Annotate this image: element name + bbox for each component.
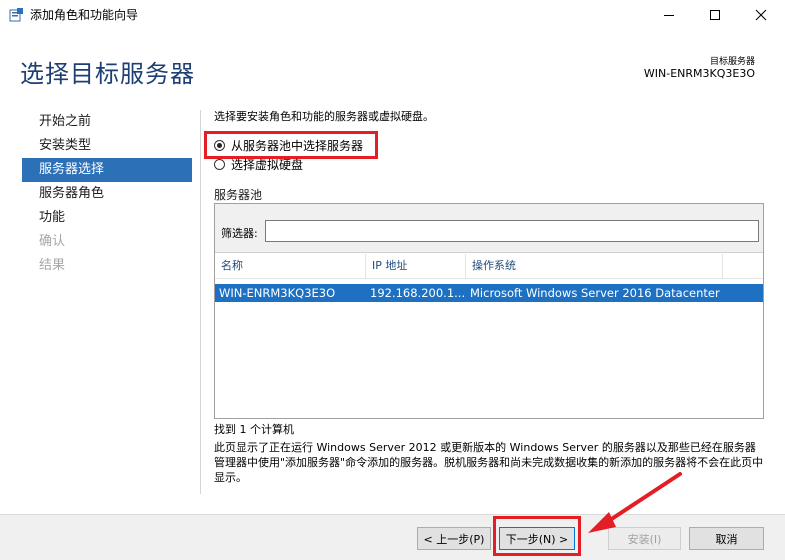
- red-arrow-annotation: [588, 472, 682, 533]
- arrow-line: [602, 472, 682, 526]
- arrow-head-icon: [588, 512, 616, 533]
